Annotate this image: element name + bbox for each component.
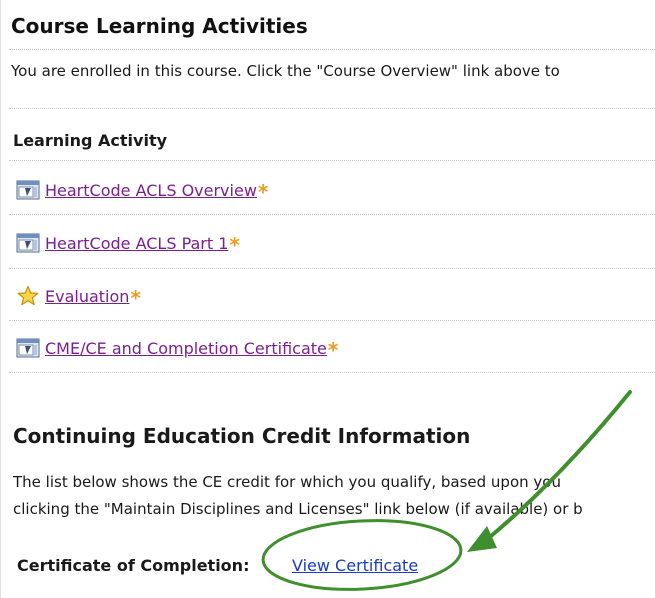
- module-icon: [16, 337, 42, 359]
- course-page: Course Learning Activities You are enrol…: [0, 0, 655, 598]
- divider: [9, 214, 655, 215]
- view-certificate-link[interactable]: View Certificate: [292, 556, 418, 575]
- divider: [9, 160, 655, 161]
- annotation-arrow-icon: [467, 526, 497, 552]
- certificate-of-completion-label: Certificate of Completion:: [17, 556, 250, 575]
- highlight-circle: [261, 519, 463, 591]
- ce-credit-description-line2: clicking the "Maintain Disciplines and L…: [13, 500, 583, 518]
- divider: [9, 49, 655, 50]
- star-icon: [16, 285, 42, 307]
- required-star: *: [130, 286, 141, 310]
- activity-row-part1: HeartCode ACLS Part 1 *: [16, 230, 240, 256]
- activity-row-evaluation: Evaluation *: [16, 283, 141, 309]
- enrollment-message: You are enrolled in this course. Click t…: [11, 62, 560, 80]
- required-star: *: [257, 180, 269, 204]
- activity-link-evaluation[interactable]: Evaluation: [45, 287, 129, 306]
- activity-link-cme-ce-certificate[interactable]: CME/CE and Completion Certificate: [45, 339, 327, 358]
- activity-link-heartcode-acls-part-1[interactable]: HeartCode ACLS Part 1: [45, 234, 228, 253]
- divider: [9, 268, 655, 269]
- required-star: *: [229, 233, 240, 257]
- section-title: Course Learning Activities: [11, 14, 308, 38]
- divider: [9, 372, 655, 373]
- activity-row-certificate: CME/CE and Completion Certificate *: [16, 335, 338, 361]
- divider: [9, 320, 655, 321]
- ce-credit-title: Continuing Education Credit Information: [13, 424, 471, 448]
- learning-activity-header: Learning Activity: [13, 131, 168, 150]
- activity-row-overview: HeartCode ACLS Overview *: [16, 177, 268, 203]
- module-icon: [16, 179, 42, 201]
- module-icon: [16, 232, 42, 254]
- divider: [9, 108, 655, 109]
- activity-link-heartcode-acls-overview[interactable]: HeartCode ACLS Overview: [45, 181, 257, 200]
- required-star: *: [327, 338, 339, 362]
- annotation-arrow-shaft: [483, 390, 632, 543]
- ce-credit-description-line1: The list below shows the CE credit for w…: [13, 473, 561, 491]
